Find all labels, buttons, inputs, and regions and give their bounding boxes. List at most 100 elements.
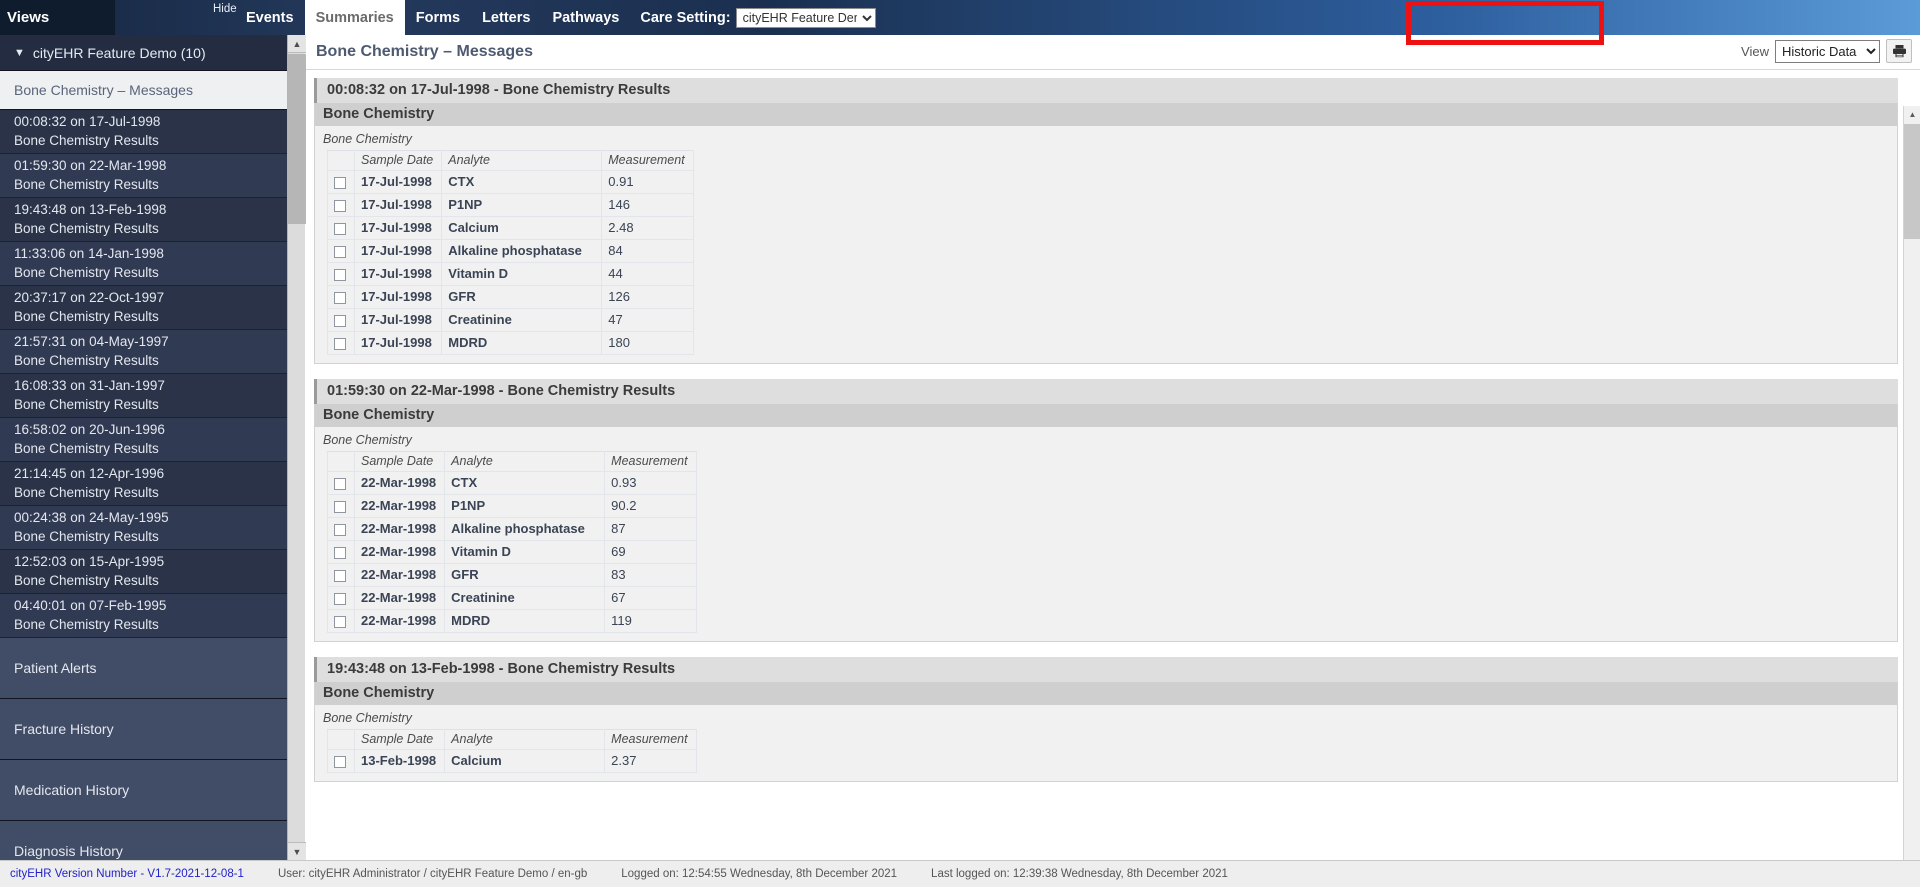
table-row: 22-Mar-1998 GFR 83 bbox=[327, 563, 697, 587]
measurement-cell: 2.48 bbox=[601, 216, 694, 240]
tab-letters[interactable]: Letters bbox=[471, 0, 541, 35]
row-checkbox[interactable] bbox=[334, 176, 346, 189]
views-button[interactable]: Views bbox=[0, 0, 115, 35]
row-checkbox[interactable] bbox=[334, 755, 346, 768]
tab-forms[interactable]: Forms bbox=[405, 0, 471, 35]
column-header: Measurement bbox=[601, 150, 694, 171]
print-button[interactable] bbox=[1886, 39, 1912, 63]
analyte-cell: P1NP bbox=[441, 193, 603, 217]
sidebar-event-item[interactable]: 04:40:01 on 07-Feb-1995 Bone Chemistry Re… bbox=[0, 594, 287, 638]
measurement-cell: 0.93 bbox=[604, 471, 697, 495]
sample-date-cell: 17-Jul-1998 bbox=[353, 308, 443, 332]
sidebar-event-time: 21:14:45 on 12-Apr-1996 bbox=[14, 466, 165, 481]
view-select[interactable]: Historic Data bbox=[1775, 39, 1880, 63]
row-checkbox[interactable] bbox=[334, 523, 346, 536]
sidebar-event-time: 20:37:17 on 22-Oct-1997 bbox=[14, 290, 165, 305]
sidebar-event-name: Bone Chemistry Results bbox=[14, 221, 159, 236]
row-checkbox[interactable] bbox=[334, 199, 346, 212]
sample-date-cell: 17-Jul-1998 bbox=[353, 262, 443, 286]
analyte-cell: Vitamin D bbox=[444, 540, 606, 564]
row-checkbox[interactable] bbox=[334, 314, 346, 327]
measurement-cell: 83 bbox=[604, 563, 697, 587]
row-checkbox[interactable] bbox=[334, 337, 346, 350]
event-body: Bone Chemistry Bone Chemistry Sample Date A… bbox=[314, 404, 1898, 642]
table-row: 22-Mar-1998 Alkaline phosphatase 87 bbox=[327, 517, 697, 541]
results-table: Sample Date Analyte Measurement 17-Jul-1998… bbox=[327, 150, 694, 355]
printer-icon bbox=[1892, 45, 1906, 58]
table-row: 22-Mar-1998 P1NP 90.2 bbox=[327, 494, 697, 518]
sidebar-event-item[interactable]: 21:14:45 on 12-Apr-1996 Bone Chemistry Re… bbox=[0, 462, 287, 506]
measurement-cell: 87 bbox=[604, 517, 697, 541]
sidebar-event-item[interactable]: 16:08:33 on 31-Jan-1997 Bone Chemistry Re… bbox=[0, 374, 287, 418]
row-checkbox[interactable] bbox=[334, 546, 346, 559]
sidebar-header[interactable]: ▼ cityEHR Feature Demo (10) bbox=[0, 35, 287, 71]
row-checkbox-cell bbox=[327, 308, 355, 332]
scroll-up-icon[interactable]: ▲ bbox=[288, 35, 306, 53]
sidebar-event-item[interactable]: 11:33:06 on 14-Jan-1998 Bone Chemistry Re… bbox=[0, 242, 287, 286]
sidebar-scrollbar-thumb[interactable] bbox=[288, 54, 306, 224]
sidebar-event-item[interactable]: 19:43:48 on 13-Feb-1998 Bone Chemistry Re… bbox=[0, 198, 287, 242]
care-setting-select[interactable]: cityEHR Feature Demo bbox=[735, 7, 876, 28]
sidebar-event-item[interactable]: 16:58:02 on 20-Jun-1996 Bone Chemistry Re… bbox=[0, 418, 287, 462]
row-checkbox[interactable] bbox=[334, 268, 346, 281]
content-scroll-area: 00:08:32 on 17-Jul-1998 - Bone Chemistry… bbox=[306, 70, 1920, 860]
content-scroll-up-icon[interactable]: ▲ bbox=[1904, 106, 1920, 123]
user-info: User: cityEHR Administrator / cityEHR Fe… bbox=[277, 868, 588, 880]
row-checkbox[interactable] bbox=[334, 592, 346, 605]
sidebar-item-fracture-history[interactable]: Fracture History bbox=[0, 699, 287, 760]
table-row: 17-Jul-1998 Creatinine 47 bbox=[327, 308, 694, 332]
sidebar-item-medication-history[interactable]: Medication History bbox=[0, 760, 287, 821]
column-header bbox=[327, 729, 355, 750]
row-checkbox[interactable] bbox=[334, 569, 346, 582]
row-checkbox[interactable] bbox=[334, 615, 346, 628]
sidebar-event-item[interactable]: 21:57:31 on 04-May-1997 Bone Chemistry Re… bbox=[0, 330, 287, 374]
sidebar-item-bone-chemistry-messages[interactable]: Bone Chemistry – Messages bbox=[0, 71, 287, 110]
sidebar-event-time: 04:40:01 on 07-Feb-1995 bbox=[14, 598, 167, 613]
row-checkbox-cell bbox=[327, 262, 355, 286]
analyte-cell: GFR bbox=[444, 563, 606, 587]
section-heading: Bone Chemistry bbox=[315, 103, 1897, 126]
sample-date-cell: 22-Mar-1998 bbox=[353, 471, 446, 495]
row-checkbox[interactable] bbox=[334, 477, 346, 490]
scroll-down-icon[interactable]: ▼ bbox=[288, 842, 306, 860]
analyte-cell: MDRD bbox=[441, 331, 603, 355]
event-heading: 19:43:48 on 13-Feb-1998 - Bone Chemistry… bbox=[314, 657, 1898, 682]
sidebar-event-time: 19:43:48 on 13-Feb-1998 bbox=[14, 202, 167, 217]
row-checkbox[interactable] bbox=[334, 500, 346, 513]
sidebar-event-time: 00:24:38 on 24-May-1995 bbox=[14, 510, 169, 525]
content-scrollbar[interactable]: ▲ ▼ bbox=[1903, 106, 1920, 860]
sidebar-event-time: 16:08:33 on 31-Jan-1997 bbox=[14, 378, 165, 393]
row-checkbox[interactable] bbox=[334, 291, 346, 304]
content-scrollbar-thumb[interactable] bbox=[1904, 124, 1920, 239]
sidebar-event-item[interactable]: 20:37:17 on 22-Oct-1997 Bone Chemistry Re… bbox=[0, 286, 287, 330]
tab-summaries[interactable]: Summaries bbox=[304, 0, 405, 35]
section-subheading: Bone Chemistry bbox=[323, 711, 412, 725]
table-row: 17-Jul-1998 GFR 126 bbox=[327, 285, 694, 309]
table-row: 22-Mar-1998 Vitamin D 69 bbox=[327, 540, 697, 564]
measurement-cell: 69 bbox=[604, 540, 697, 564]
event-block: 19:43:48 on 13-Feb-1998 - Bone Chemistry… bbox=[314, 657, 1898, 782]
sidebar-event-item[interactable]: 12:52:03 on 15-Apr-1995 Bone Chemistry Re… bbox=[0, 550, 287, 594]
sidebar-scrollbar[interactable]: ▲ ▼ bbox=[287, 35, 306, 860]
row-checkbox[interactable] bbox=[334, 222, 346, 235]
sidebar-event-item[interactable]: 00:08:32 on 17-Jul-1998 Bone Chemistry Re… bbox=[0, 110, 287, 154]
views-label: Views bbox=[7, 9, 50, 26]
analyte-cell: CTX bbox=[444, 471, 606, 495]
version-link[interactable]: cityEHR Version Number - V1.7-2021-12-08… bbox=[0, 868, 244, 880]
column-header: Sample Date bbox=[353, 451, 446, 472]
analyte-cell: GFR bbox=[441, 285, 603, 309]
sidebar-item-diagnosis-history[interactable]: Diagnosis History bbox=[0, 821, 287, 860]
tab-events[interactable]: Events bbox=[235, 0, 305, 35]
sidebar-event-item[interactable]: 00:24:38 on 24-May-1995 Bone Chemistry Re… bbox=[0, 506, 287, 550]
hide-button[interactable]: Hide bbox=[213, 3, 237, 15]
column-header: Sample Date bbox=[353, 150, 443, 171]
measurement-cell: 146 bbox=[601, 193, 694, 217]
sidebar-event-item[interactable]: 01:59:30 on 22-Mar-1998 Bone Chemistry Re… bbox=[0, 154, 287, 198]
row-checkbox[interactable] bbox=[334, 245, 346, 258]
sidebar-item-patient-alerts[interactable]: Patient Alerts bbox=[0, 638, 287, 699]
row-checkbox-cell bbox=[327, 586, 355, 610]
column-header: Analyte bbox=[441, 150, 603, 171]
row-checkbox-cell bbox=[327, 331, 355, 355]
analyte-cell: Calcium bbox=[441, 216, 603, 240]
tab-pathways[interactable]: Pathways bbox=[541, 0, 630, 35]
